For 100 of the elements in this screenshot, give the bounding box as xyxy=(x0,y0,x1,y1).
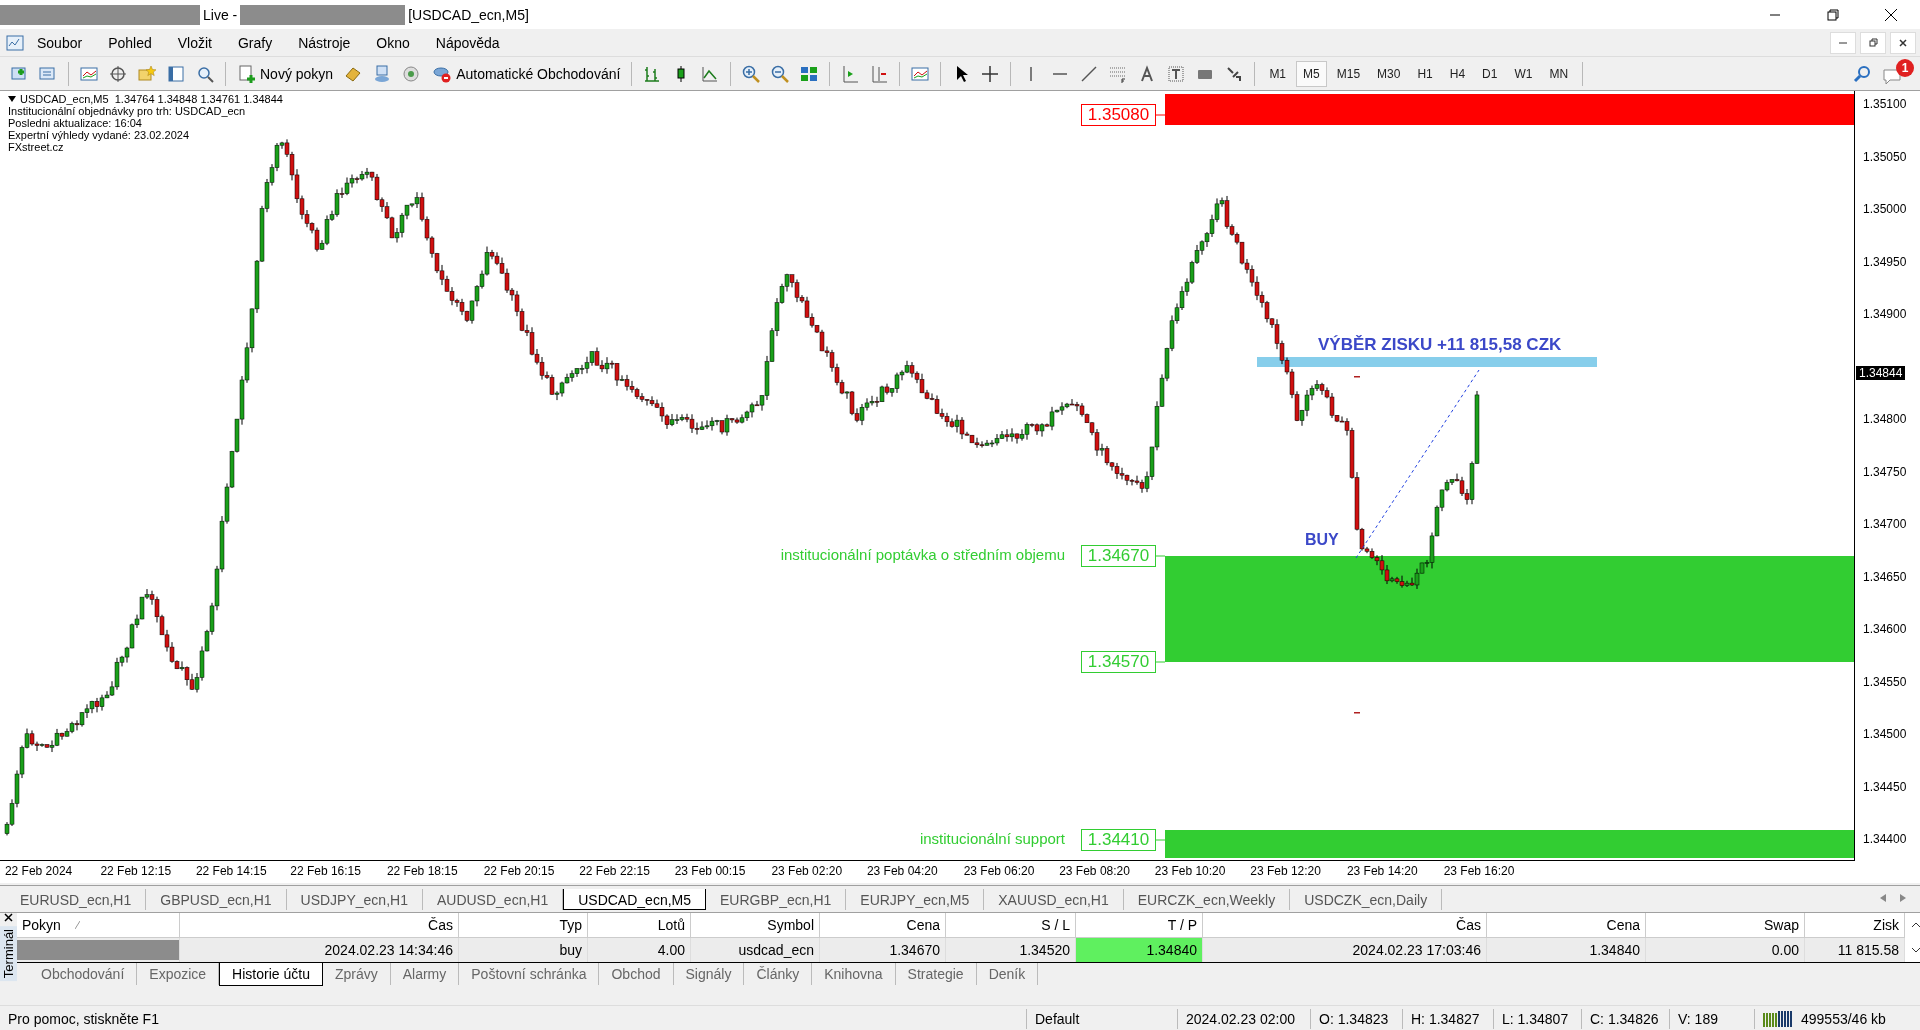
column-header[interactable]: Cena xyxy=(820,913,946,938)
close-icon xyxy=(1899,38,1907,47)
profit-label: VÝBĚR ZISKU +11 815,58 CZK xyxy=(1318,335,1562,355)
table-cell: 2024.02.23 14:34:46 xyxy=(180,938,459,962)
restore-button[interactable] xyxy=(1860,31,1886,54)
terminal-tab[interactable]: Obchod xyxy=(599,963,674,985)
table-cell: 1.34520 xyxy=(946,938,1076,962)
column-header[interactable]: Zisk xyxy=(1805,913,1905,938)
restore-icon[interactable] xyxy=(1827,8,1839,21)
document-plus-icon xyxy=(237,63,257,84)
timeframe-button[interactable]: H4 xyxy=(1442,60,1473,87)
chart-tab[interactable]: USDCZK_ecn,Daily xyxy=(1290,889,1443,910)
minimize-icon xyxy=(1839,41,1847,44)
price-axis-label: 1.34800 xyxy=(1863,412,1907,426)
close-icon[interactable] xyxy=(1884,7,1898,22)
buy-label: BUY xyxy=(1305,531,1339,549)
dropdown-icon[interactable] xyxy=(8,96,16,102)
time-axis-label: 22 Feb 2024 xyxy=(4,864,73,878)
column-header[interactable]: Swap xyxy=(1646,913,1805,938)
chart-info-text: Posledni aktualizace: 16:04 xyxy=(8,117,142,129)
timeframe-button[interactable]: M1 xyxy=(1262,60,1294,87)
help-text: Pro pomoc, stiskněte F1 xyxy=(8,1011,159,1027)
profile-name: Default xyxy=(1035,1011,1080,1027)
menu-item[interactable]: Vložit xyxy=(164,31,225,54)
chart-tab[interactable]: GBPUSD_ecn,H1 xyxy=(146,889,287,910)
price-axis-label: 1.34550 xyxy=(1863,674,1907,689)
terminal-tab[interactable]: Zprávy xyxy=(322,963,391,985)
chat-bubble-icon[interactable] xyxy=(1882,66,1904,87)
column-header[interactable]: Čas xyxy=(1203,913,1487,938)
time-axis-label: 23 Feb 04:20 xyxy=(866,864,938,878)
scroll-up-icon[interactable] xyxy=(1911,922,1920,929)
column-header[interactable]: S / L xyxy=(946,913,1076,938)
open-price: O: 1.34823 xyxy=(1319,1011,1389,1027)
terminal-tab[interactable]: Historie účtu xyxy=(219,963,323,986)
time-axis-label: 23 Feb 14:20 xyxy=(1346,864,1418,878)
autotrading-button[interactable]: Automatické Obchodování xyxy=(427,60,625,87)
terminal-tab[interactable]: Alarmy xyxy=(390,963,460,985)
price-level-label: 1.34410 xyxy=(1081,829,1156,851)
time-axis-label: 23 Feb 12:20 xyxy=(1250,864,1321,878)
column-header[interactable]: Pokyn xyxy=(17,913,180,938)
chart-tab[interactable]: XAUUSD_ecn,H1 xyxy=(984,889,1124,910)
close-icon[interactable] xyxy=(4,913,13,922)
timeframe-button[interactable]: M30 xyxy=(1370,60,1408,87)
price-axis-label: 1.34900 xyxy=(1863,307,1907,321)
timeframe-button[interactable]: W1 xyxy=(1507,60,1540,87)
menu-item[interactable]: Soubor xyxy=(24,31,96,54)
timeframe-button[interactable]: D1 xyxy=(1475,60,1505,87)
column-header[interactable]: T / P xyxy=(1076,913,1203,938)
terminal-tab[interactable]: Poštovní schránka xyxy=(459,963,600,985)
menu-item[interactable]: Nástroje xyxy=(285,31,364,54)
menu-item[interactable]: Okno xyxy=(363,31,423,54)
terminal-tab[interactable]: Obchodování xyxy=(29,963,138,985)
time-axis-label: 22 Feb 20:15 xyxy=(483,864,555,878)
minimize-button[interactable] xyxy=(1830,31,1856,54)
price-axis-label: 1.34650 xyxy=(1863,569,1907,584)
table-cell: 2024.02.23 17:03:46 xyxy=(1203,938,1487,962)
chart-tab[interactable]: USDCAD_ecn,M5 xyxy=(563,889,707,910)
search-icon[interactable] xyxy=(1852,63,1872,84)
terminal-tab[interactable]: Strategie xyxy=(895,963,977,985)
chart-tab[interactable]: EURCZK_ecn,Weekly xyxy=(1123,889,1291,910)
menu-item[interactable]: Grafy xyxy=(225,31,286,54)
table-cell: 1.34840 xyxy=(1076,938,1203,962)
time-axis-label: 23 Feb 00:15 xyxy=(674,864,746,878)
new-order-button[interactable]: Nový pokyn xyxy=(233,60,338,87)
column-header[interactable]: Symbol xyxy=(691,913,820,938)
column-header[interactable]: Lotů xyxy=(588,913,691,938)
column-header[interactable]: Cena xyxy=(1487,913,1646,938)
table-cell: 11 815.58 xyxy=(1805,938,1905,962)
timeframe-button[interactable]: M5 xyxy=(1296,60,1327,87)
column-header[interactable]: Čas xyxy=(180,913,459,938)
chart-tab[interactable]: EURGBP_ecn,H1 xyxy=(706,889,847,910)
terminal-tab[interactable]: Deník xyxy=(976,963,1039,985)
column-header[interactable]: Typ xyxy=(459,913,588,938)
time-axis-label: 23 Feb 02:20 xyxy=(771,864,843,878)
timeframe-button[interactable]: M15 xyxy=(1329,60,1368,87)
terminal-tab[interactable]: Články xyxy=(744,963,813,985)
menu-item[interactable]: Pohled xyxy=(95,31,165,54)
time-axis-label: 22 Feb 12:15 xyxy=(100,864,172,878)
close-button[interactable] xyxy=(1890,31,1916,54)
menu-item[interactable]: Nápověda xyxy=(422,31,513,54)
volume-text: V: 189 xyxy=(1678,1011,1718,1027)
timeframe-button[interactable]: MN xyxy=(1542,60,1576,87)
terminal-tab[interactable]: Knihovna xyxy=(812,963,896,985)
restore-icon xyxy=(1868,38,1878,47)
terminal-tab[interactable]: Signály xyxy=(673,963,745,985)
sort-icon xyxy=(74,921,80,929)
chart-tab[interactable]: EURUSD_ecn,H1 xyxy=(6,889,147,910)
table-cell: 1.34840 xyxy=(1487,938,1646,962)
price-axis-label: 1.34700 xyxy=(1863,517,1907,531)
table-cell: 0.00 xyxy=(1646,938,1805,962)
timeframe-button[interactable]: H1 xyxy=(1410,60,1440,87)
price-axis-label: 1.34450 xyxy=(1863,779,1907,794)
scroll-right-icon[interactable] xyxy=(1900,894,1906,902)
chart-tab[interactable]: USDJPY_ecn,H1 xyxy=(286,889,423,910)
chart-tab[interactable]: EURJPY_ecn,M5 xyxy=(846,889,985,910)
window-title: Live - xyxy=(202,6,239,23)
price-level-label: 1.34670 xyxy=(1081,545,1156,567)
scroll-left-icon[interactable] xyxy=(1880,894,1886,902)
scroll-down-icon[interactable] xyxy=(1911,946,1920,953)
traffic-text: 499553/46 kb xyxy=(1801,1011,1886,1027)
